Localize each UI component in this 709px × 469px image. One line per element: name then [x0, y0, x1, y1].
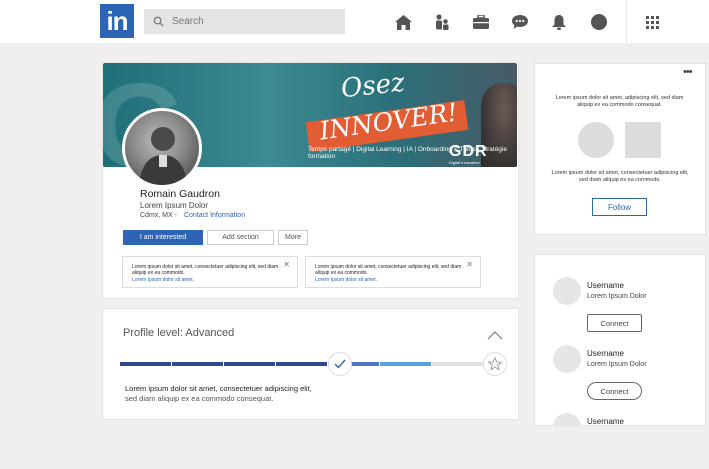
progress-segment: [120, 362, 171, 366]
progress-segment: [172, 362, 223, 366]
progress-segment: [380, 362, 431, 366]
notice-text: Lorem ipsum dolor sit amet, consectetuer…: [315, 264, 462, 276]
more-button[interactable]: More: [278, 230, 308, 245]
company-text-bottom: Lorem ipsum dolor sit amet, consectetuer…: [551, 170, 689, 183]
progress-segment: [224, 362, 275, 366]
interested-button[interactable]: I am interested: [123, 230, 203, 245]
network-icon[interactable]: [432, 12, 452, 32]
banner-headline-top: Osez: [339, 67, 407, 105]
profile-name: Romain Gaudron: [140, 188, 220, 200]
top-navigation-bar: in: [0, 0, 709, 43]
notifications-icon[interactable]: [549, 12, 569, 32]
profile-headline: Lorem Ipsum Dolor: [140, 201, 209, 210]
user-name[interactable]: Username: [587, 417, 624, 425]
messaging-icon[interactable]: [510, 12, 530, 32]
linkedin-logo[interactable]: in: [100, 4, 134, 38]
chevron-up-icon[interactable]: [487, 327, 503, 345]
more-options-icon[interactable]: •••: [683, 66, 693, 78]
close-icon[interactable]: ✕: [283, 260, 290, 269]
apps-grid-icon[interactable]: [642, 12, 662, 32]
suggestions-card: Username Lorem Ipsum Dolor Connect Usern…: [534, 254, 706, 426]
profile-avatar[interactable]: [122, 108, 202, 188]
profile-location: Cdmx, MX -: [140, 212, 177, 219]
search-icon: [153, 16, 164, 27]
follow-button[interactable]: Follow: [592, 198, 647, 216]
search-input[interactable]: [170, 15, 334, 28]
connect-button[interactable]: Connect: [587, 382, 642, 400]
nav-divider: [626, 0, 627, 43]
notice-card: Lorem ipsum dolor sit amet, consectetuer…: [305, 256, 481, 288]
progress-segment: [276, 362, 327, 366]
user-avatar[interactable]: [553, 413, 581, 425]
user-subtitle: Lorem Ipsum Dolor: [587, 361, 647, 368]
user-name[interactable]: Username: [587, 349, 624, 358]
search-box[interactable]: [144, 9, 345, 34]
user-avatar[interactable]: [553, 345, 581, 373]
user-avatar[interactable]: [553, 277, 581, 305]
progress-goal-marker: [483, 352, 507, 376]
progress-text-line1: Lorem ipsum dolor sit amet, consectetuer…: [125, 384, 312, 393]
contact-information-link[interactable]: Contact Information: [184, 212, 245, 219]
home-icon[interactable]: [393, 12, 413, 32]
notice-text: Lorem ipsum dolor sit amet, consectetuer…: [132, 264, 279, 276]
add-section-button[interactable]: Add section: [207, 230, 274, 245]
checkmark-icon: [334, 359, 346, 369]
progress-segment: [432, 362, 483, 366]
company-image-placeholder: [625, 122, 661, 158]
avatar-photo: [139, 127, 187, 185]
user-subtitle: Lorem Ipsum Dolor: [587, 293, 647, 300]
profile-level-title: Profile level: Advanced: [123, 327, 235, 339]
connect-button[interactable]: Connect: [587, 314, 642, 332]
company-logo-placeholder: [578, 122, 614, 158]
progress-text-line2: sed diam aliquip ex ea commodo consequat…: [125, 394, 274, 403]
company-text-top: Lorem ipsum dolor sit amet, adipiscing e…: [555, 95, 684, 108]
star-icon: [488, 357, 502, 371]
notice-link[interactable]: Lorem Ipsum dolor sit amet.: [315, 277, 377, 283]
notice-card: Lorem ipsum dolor sit amet, consectetuer…: [122, 256, 298, 288]
jobs-icon[interactable]: [471, 12, 491, 32]
user-name[interactable]: Username: [587, 281, 624, 290]
progress-current-marker: [328, 352, 352, 376]
banner-brand-sub: Digital Innovation: [449, 160, 480, 165]
notice-link[interactable]: Lorem Ipsum dolor sit amet.: [132, 277, 194, 283]
profile-icon[interactable]: [589, 12, 609, 32]
close-icon[interactable]: ✕: [466, 260, 473, 269]
banner-brand-logo: GDR: [449, 143, 488, 160]
